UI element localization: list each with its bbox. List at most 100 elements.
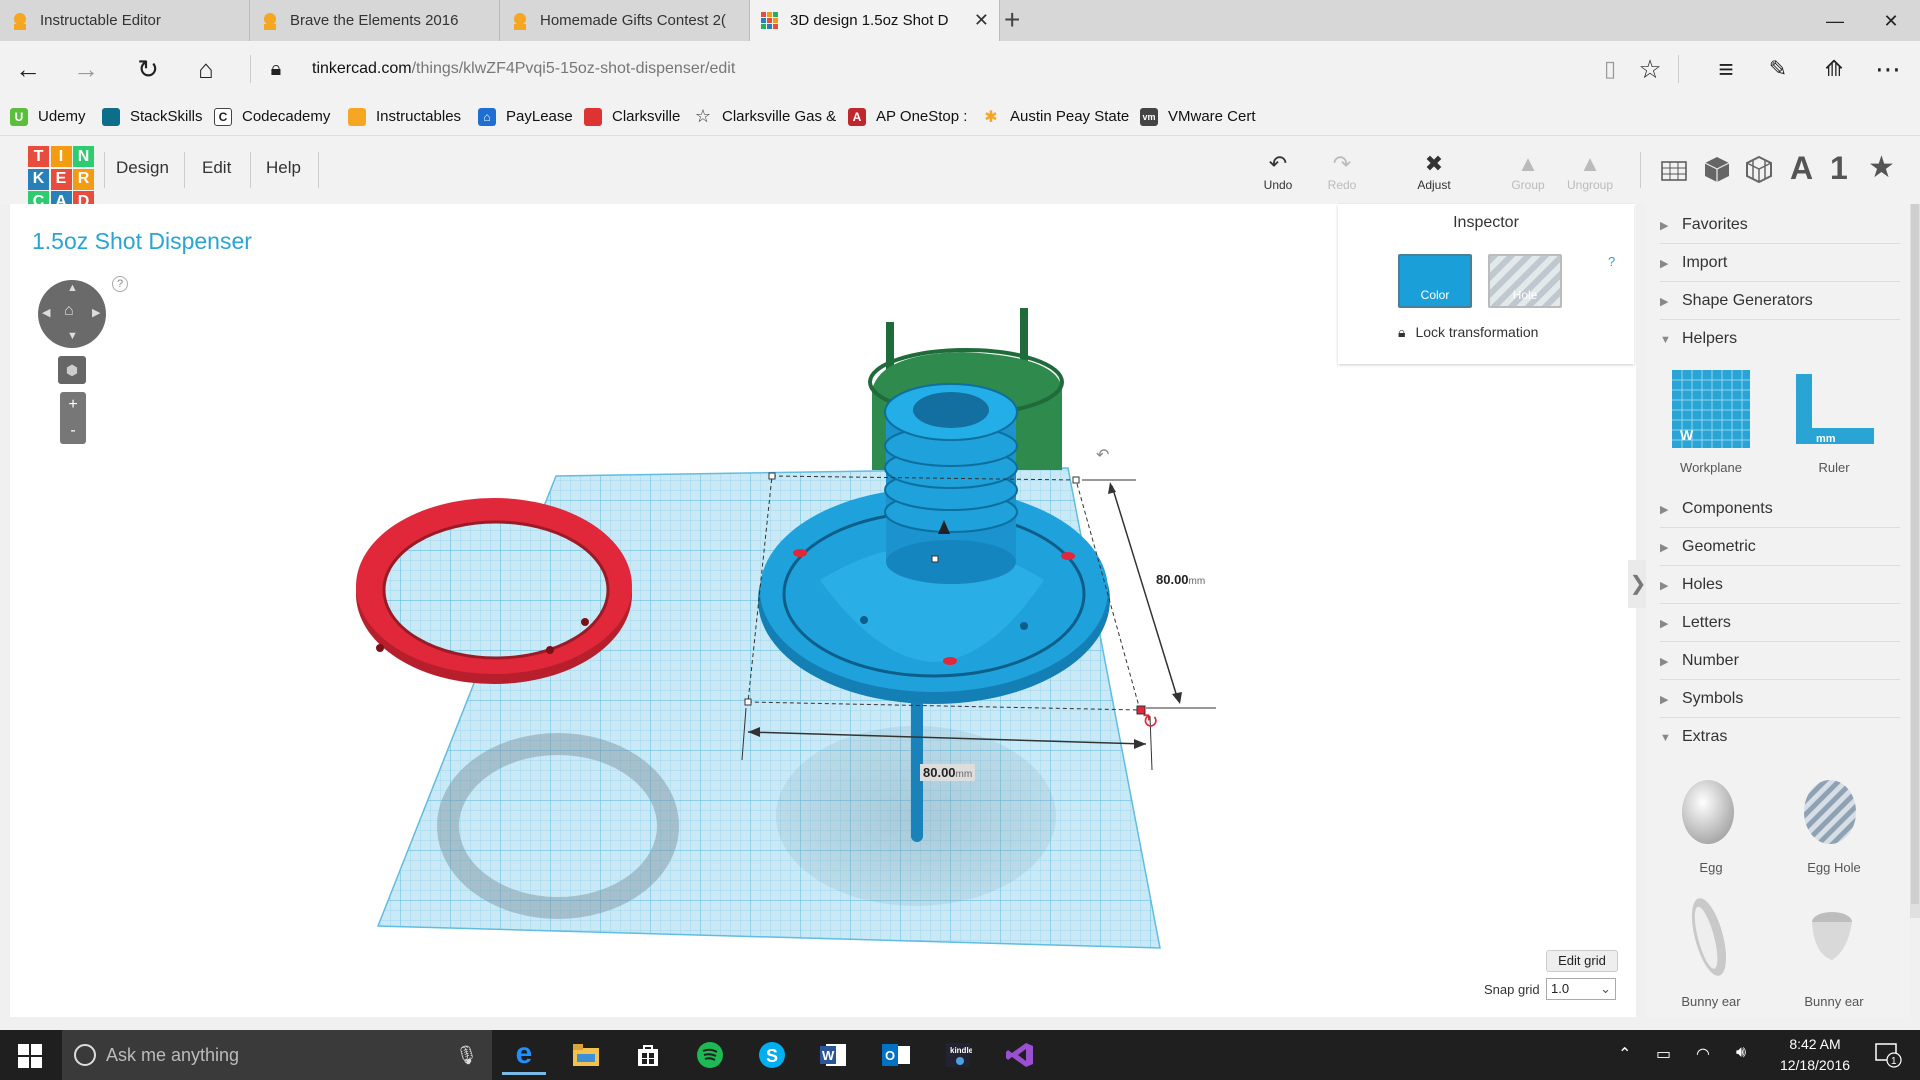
category-helpers[interactable]: ▼ Helpers [1660,320,1900,358]
workplane-view-icon[interactable] [1660,156,1688,184]
lock-transformation-toggle[interactable]: 🔒︎ Lock transformation [1398,324,1538,341]
show-hidden-icons[interactable]: ⌃ [1618,1044,1631,1064]
rotate-handle-icon[interactable]: ↶ [1096,447,1109,464]
category-letters[interactable]: ▶ Letters [1660,604,1900,642]
wifi-icon[interactable]: ◠ [1696,1044,1710,1064]
tab-3d-design[interactable]: 3D design 1.5oz Shot D ✕ [750,0,1000,41]
up-arrow-icon[interactable]: ▲ [67,282,78,294]
action-center-icon[interactable]: 1 [1874,1040,1902,1073]
cortana-search-box[interactable]: Ask me anything 🎙︎ [62,1030,492,1080]
inspector-help-icon[interactable]: ? [1608,254,1615,269]
bunny-ear-hole-shape[interactable] [1804,904,1860,964]
favorite-star-icon[interactable]: ☆ [1632,51,1668,87]
rotate-handle-icon[interactable]: ↻ [1142,711,1159,733]
category-geometric[interactable]: ▶ Geometric [1660,528,1900,566]
ungroup-button[interactable]: ▲ Ungroup [1560,150,1620,192]
forward-arrow-icon[interactable]: → [68,51,104,87]
favorite-ap-onestop[interactable]: A AP OneStop : [848,97,967,136]
battery-icon[interactable]: ▭ [1656,1044,1671,1064]
store-icon[interactable] [626,1035,670,1075]
tab-instructable-editor[interactable]: Instructable Editor [0,0,250,41]
category-number[interactable]: ▶ Number [1660,642,1900,680]
box-view-icon[interactable] [1702,154,1732,184]
zoom-out-button[interactable]: - [60,418,86,444]
hole-swatch-button[interactable]: Hole [1488,254,1562,308]
favorite-clarksville[interactable]: Clarksville [584,97,680,136]
hub-icon[interactable]: ≡ [1708,51,1744,87]
menu-edit[interactable]: Edit [202,158,231,178]
color-swatch-button[interactable]: Color [1398,254,1472,308]
favorite-austin-peay[interactable]: ✱ Austin Peay State [982,97,1129,136]
url-field[interactable]: tinkercad.com/things/klwZF4Pvqi5-15oz-sh… [312,41,735,97]
adjust-button[interactable]: ✖ Adjust [1404,150,1464,192]
close-window-button[interactable]: ✕ [1868,6,1914,36]
favorite-clarksville-gas[interactable]: ☆ Clarksville Gas & [694,97,836,136]
favorite-udemy[interactable]: U Udemy [10,97,86,136]
panel-scrollbar[interactable] [1910,204,1920,918]
category-import[interactable]: ▶ Import [1660,244,1900,282]
red-ring-shape[interactable] [356,498,632,684]
number-view-icon[interactable]: 1 [1830,150,1848,187]
dispenser-stem[interactable] [911,680,923,842]
view-navigator[interactable]: ▲ ▼ ◀ ▶ ⌂ [38,280,106,348]
group-button[interactable]: ▲ Group [1498,150,1558,192]
category-shape-generators[interactable]: ▶ Shape Generators [1660,282,1900,320]
clock[interactable]: 8:42 AM 12/18/2016 [1760,1034,1870,1076]
word-icon[interactable]: W [812,1035,856,1075]
design-title[interactable]: 1.5oz Shot Dispenser [32,228,252,255]
depth-dimension-label[interactable]: 80.00mm [1156,572,1206,587]
egg-shape[interactable] [1678,774,1738,846]
maximize-button[interactable] [1810,6,1856,36]
file-explorer-icon[interactable] [564,1035,608,1075]
workplane-shape[interactable]: W [1668,366,1754,452]
kindle-icon[interactable]: kindle [936,1035,980,1075]
tinkercad-logo[interactable]: T I N K E R C A D [28,146,94,212]
snap-grid-select[interactable]: 1.0 ⌄ [1546,978,1616,1000]
share-icon[interactable]: ⟰ [1816,51,1852,87]
menu-help[interactable]: Help [266,158,301,178]
wireframe-view-icon[interactable] [1744,154,1774,184]
letters-view-icon[interactable]: A [1790,150,1813,187]
outlook-icon[interactable]: O [874,1035,918,1075]
category-favorites[interactable]: ▶ Favorites [1660,206,1900,244]
favorite-instructables[interactable]: Instructables [348,97,461,136]
favorite-paylease[interactable]: ⌂ PayLease [478,97,573,136]
category-components[interactable]: ▶ Components [1660,490,1900,528]
undo-button[interactable]: ↶ Undo [1248,150,1308,192]
favorite-vmware[interactable]: vm VMware Cert [1140,97,1256,136]
tab-brave-the-elements[interactable]: Brave the Elements 2016 [250,0,500,41]
microphone-icon[interactable]: 🎙︎ [455,1030,478,1080]
close-tab-icon[interactable]: ✕ [974,10,989,31]
navigator-help-icon[interactable]: ? [112,276,128,292]
category-symbols[interactable]: ▶ Symbols [1660,680,1900,718]
more-icon[interactable]: ⋯ [1870,51,1906,87]
edit-grid-button[interactable]: Edit grid [1546,950,1618,972]
favorite-stackskills[interactable]: StackSkills [102,97,203,136]
zoom-in-button[interactable]: + [60,392,86,418]
web-note-icon[interactable]: ✎ [1760,51,1796,87]
refresh-icon[interactable]: ↻ [130,51,166,87]
egg-hole-shape[interactable] [1800,774,1860,846]
volume-icon[interactable]: 🔊︎ [1736,1044,1746,1062]
favorite-codecademy[interactable]: C Codecademy [214,97,330,136]
home-view-icon[interactable]: ⌂ [64,302,74,320]
category-extras[interactable]: ▼ Extras [1660,718,1900,756]
back-arrow-icon[interactable]: ← [10,51,46,87]
collapse-panel-button[interactable]: ❯ [1628,560,1648,608]
width-dimension-label[interactable]: 80.00mm [920,764,976,781]
bunny-ear-shape[interactable] [1684,894,1734,980]
visual-studio-icon[interactable] [998,1035,1042,1075]
right-arrow-icon[interactable]: ▶ [92,306,100,319]
left-arrow-icon[interactable]: ◀ [42,306,50,319]
ruler-shape[interactable]: mm [1792,370,1878,452]
favorites-star-icon[interactable]: ★ [1868,150,1895,185]
menu-design[interactable]: Design [116,158,169,178]
home-icon[interactable]: ⌂ [188,51,224,87]
redo-button[interactable]: ↷ Redo [1312,150,1372,192]
spotify-icon[interactable] [688,1035,732,1075]
tab-homemade-gifts[interactable]: Homemade Gifts Contest 2( [500,0,750,41]
skype-icon[interactable]: S [750,1035,794,1075]
category-holes[interactable]: ▶ Holes [1660,566,1900,604]
reading-view-icon[interactable]: ▯ [1592,51,1628,87]
scrollbar-thumb[interactable] [1911,204,1919,904]
